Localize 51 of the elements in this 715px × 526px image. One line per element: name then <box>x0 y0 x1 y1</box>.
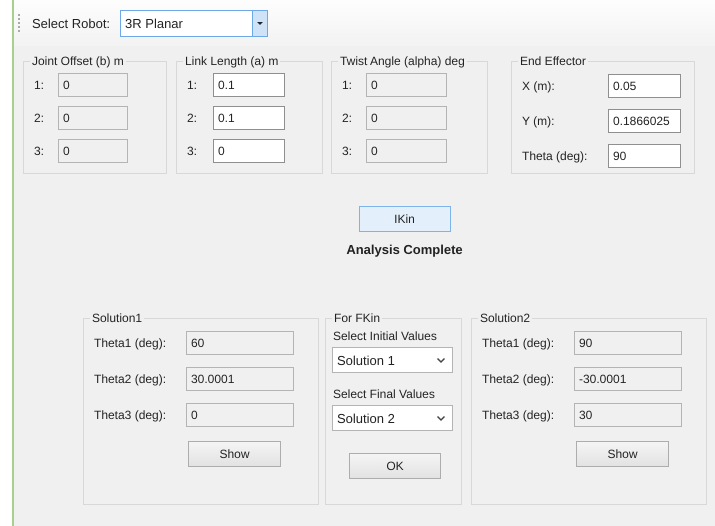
field-label: Theta2 (deg): <box>482 372 556 386</box>
group-title: Solution1 <box>91 311 144 325</box>
text-field[interactable]: 0 <box>213 138 285 162</box>
field-label: 1: <box>187 78 198 92</box>
text-field[interactable]: 0.1 <box>213 72 285 96</box>
field-label: X (m): <box>522 78 556 92</box>
show-button[interactable]: Show <box>576 441 669 467</box>
group-title: For FKin <box>333 311 382 325</box>
field-label: Theta (deg): <box>522 148 588 162</box>
field-label: 3: <box>34 144 46 158</box>
text-field[interactable]: 0.1 <box>213 106 285 130</box>
group-title: Joint Offset (b) m <box>31 54 125 68</box>
show-button[interactable]: Show <box>188 441 281 467</box>
dropdown[interactable]: Solution 1 <box>332 347 453 373</box>
field-label: 1: <box>34 78 46 92</box>
text-field[interactable]: 0.05 <box>608 74 681 98</box>
chevron-icon <box>436 355 446 365</box>
field-label: Theta1 (deg): <box>482 336 556 350</box>
field-label: Theta3 (deg): <box>482 408 556 422</box>
field-label: 2: <box>34 110 46 124</box>
group-title: Solution2 <box>479 311 532 325</box>
text-field[interactable]: 60 <box>186 331 294 355</box>
group-title: End Effector <box>519 54 587 68</box>
group-title: Link Length (a) m <box>184 54 280 68</box>
field-label: 1: <box>342 78 354 92</box>
text-field[interactable]: 30.0001 <box>186 367 294 391</box>
field-label: 2: <box>187 110 198 124</box>
text-field[interactable]: 30 <box>574 403 682 427</box>
text-field[interactable]: 90 <box>608 144 681 168</box>
group-title: Twist Angle (alpha) deg <box>339 54 466 68</box>
field-label: Select Robot: <box>32 16 110 30</box>
field-label: 2: <box>342 110 354 124</box>
text-field[interactable]: -30.0001 <box>574 367 682 391</box>
status-text: Analysis Complete <box>346 242 463 257</box>
chevron-icon <box>436 413 446 423</box>
field-label: 3: <box>342 144 354 158</box>
ikin-button[interactable]: IKin <box>358 206 450 232</box>
dropdown[interactable]: 3R Planar <box>120 10 268 36</box>
field-label: 3: <box>187 144 198 158</box>
text-field[interactable]: 0.1866025 <box>608 108 681 132</box>
field-label: Theta1 (deg): <box>94 336 168 350</box>
field-label: Select Initial Values <box>333 329 438 343</box>
field-label: Theta2 (deg): <box>94 372 168 386</box>
text-field[interactable]: 0 <box>186 403 294 427</box>
dropdown[interactable]: Solution 2 <box>332 405 453 431</box>
field-label: Y (m): <box>522 114 556 128</box>
grip-icon[interactable] <box>18 14 22 32</box>
ok-button[interactable]: OK <box>349 453 441 479</box>
field-label: Theta3 (deg): <box>94 408 168 422</box>
text-field[interactable]: 90 <box>574 331 682 355</box>
field-label: Select Final Values <box>333 387 436 401</box>
